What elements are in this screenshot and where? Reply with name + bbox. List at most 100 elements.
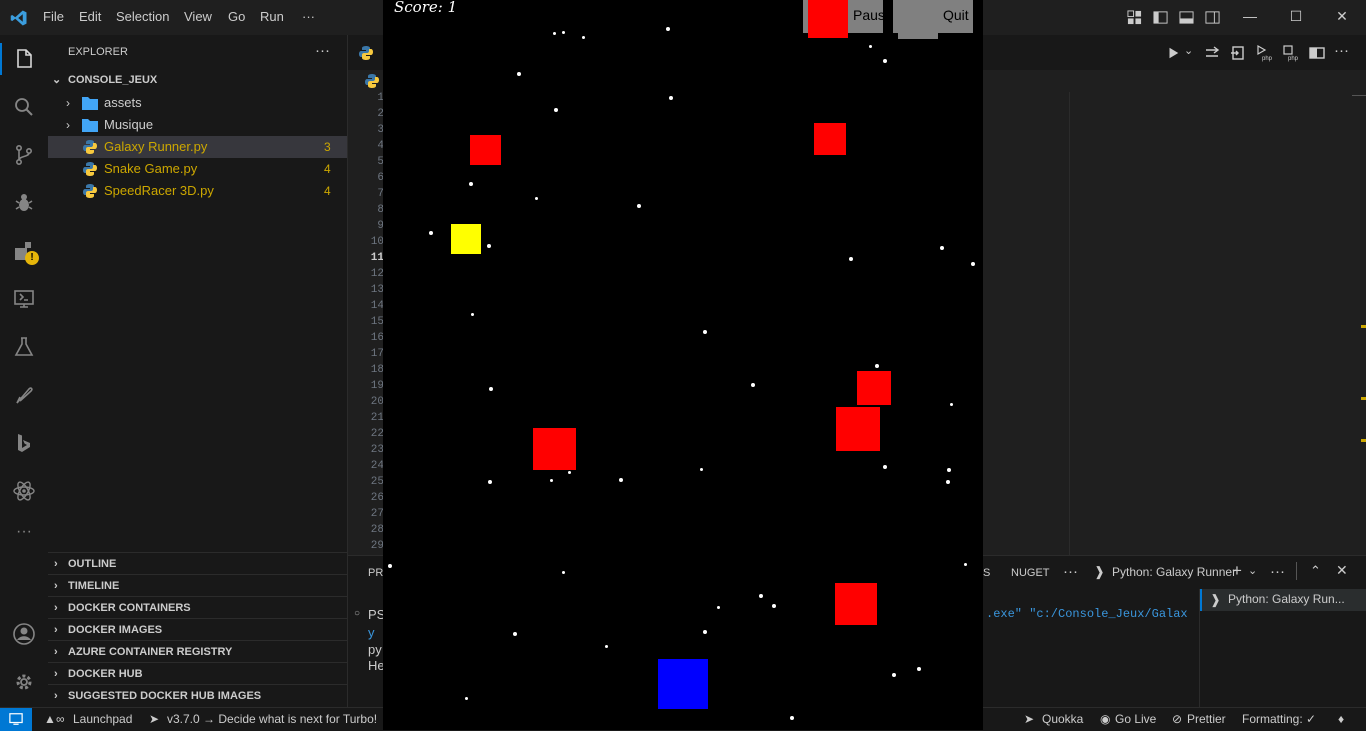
settings-gear-icon[interactable] bbox=[12, 670, 36, 694]
terminal-name[interactable]: Python: Galaxy Runner bbox=[1112, 565, 1236, 579]
terminal-more-button[interactable]: ··· bbox=[1270, 563, 1285, 580]
file-speedracer-3d[interactable]: SpeedRacer 3D.py 4 bbox=[48, 180, 347, 202]
section-label: SUGGESTED DOCKER HUB IMAGES bbox=[68, 690, 262, 702]
quit-button-shadow bbox=[898, 30, 938, 39]
menu-more[interactable]: ··· bbox=[302, 9, 315, 24]
pause-label: Paus bbox=[853, 7, 885, 23]
more-views-icon[interactable]: ··· bbox=[12, 523, 36, 541]
panel-more-button[interactable]: ··· bbox=[1063, 563, 1078, 580]
chevron-down-icon[interactable]: ⌄ bbox=[1184, 44, 1193, 57]
tab-partial[interactable]: S bbox=[983, 567, 990, 579]
star bbox=[487, 244, 491, 248]
account-icon[interactable] bbox=[12, 622, 36, 646]
star bbox=[488, 480, 492, 484]
link-icon: ∞ bbox=[56, 712, 65, 726]
enemy-block bbox=[470, 135, 501, 165]
chevron-right-icon: › bbox=[54, 646, 58, 658]
star bbox=[917, 667, 921, 671]
source-control-icon[interactable] bbox=[12, 143, 36, 167]
explorer-icon[interactable] bbox=[12, 47, 36, 71]
bing-icon[interactable] bbox=[12, 431, 36, 455]
star bbox=[892, 673, 896, 677]
scrollbar-slider[interactable] bbox=[1352, 95, 1366, 110]
file-galaxy-runner[interactable]: Galaxy Runner.py 3 bbox=[48, 136, 347, 158]
line-number-gutter: 1 2 3 4 5 6 7 8 9 10 11 12 13 14 15 16 17 18 19 20 21 22 23 24 2… bbox=[348, 92, 384, 555]
testing-flask-icon[interactable] bbox=[12, 335, 36, 359]
close-panel-icon[interactable]: ✕ bbox=[1336, 562, 1348, 579]
tab-problems[interactable]: PR bbox=[368, 567, 383, 579]
menu-edit[interactable]: Edit bbox=[79, 9, 101, 24]
compare-changes-icon[interactable] bbox=[1204, 45, 1220, 61]
file-label: Galaxy Runner.py bbox=[104, 139, 208, 154]
new-terminal-icon[interactable]: + bbox=[1232, 561, 1242, 581]
active-indicator bbox=[0, 43, 2, 75]
run-debug-icon[interactable] bbox=[12, 191, 36, 215]
star bbox=[940, 246, 944, 250]
quokka-item[interactable]: Quokka bbox=[1042, 712, 1083, 726]
menu-go[interactable]: Go bbox=[228, 9, 245, 24]
section-docker-containers[interactable]: › DOCKER CONTAINERS bbox=[48, 596, 347, 619]
open-preview-icon[interactable] bbox=[1230, 45, 1246, 61]
divider bbox=[1296, 562, 1297, 580]
star bbox=[513, 632, 517, 636]
terminal-list-item[interactable]: ❱ Python: Galaxy Run... bbox=[1200, 589, 1366, 611]
workspace-root[interactable]: ⌄ CONSOLE_JEUX bbox=[48, 69, 347, 91]
file-snake-game[interactable]: Snake Game.py 4 bbox=[48, 158, 347, 180]
remote-icon bbox=[9, 713, 23, 725]
game-window[interactable]: Score: 1 Paus Quit bbox=[383, 0, 983, 730]
close-icon[interactable]: ✕ bbox=[1332, 8, 1352, 28]
minimize-icon[interactable]: — bbox=[1240, 8, 1260, 28]
tab-nuget[interactable]: NUGET bbox=[1011, 567, 1050, 579]
split-editor-icon[interactable] bbox=[1309, 45, 1325, 61]
section-suggested-docker-hub-images[interactable]: › SUGGESTED DOCKER HUB IMAGES bbox=[48, 684, 347, 707]
toggle-secondary-sidebar-icon[interactable] bbox=[1205, 10, 1220, 25]
enemy-block bbox=[857, 371, 891, 405]
launchpad-item[interactable]: Launchpad bbox=[73, 712, 132, 726]
menu-file[interactable]: File bbox=[43, 9, 64, 24]
editor-more-actions-button[interactable]: ··· bbox=[1334, 42, 1349, 59]
chevron-right-icon: › bbox=[54, 602, 58, 614]
file-label: Snake Game.py bbox=[104, 161, 198, 176]
folder-assets[interactable]: › assets bbox=[48, 92, 347, 114]
remote-explorer-icon[interactable] bbox=[12, 287, 36, 311]
turbo-status-item[interactable]: v3.7.0 → Decide what is next for Turbo! bbox=[167, 712, 377, 726]
section-outline[interactable]: › OUTLINE bbox=[48, 552, 347, 575]
section-docker-images[interactable]: › DOCKER IMAGES bbox=[48, 618, 347, 641]
maximize-icon[interactable]: ☐ bbox=[1286, 8, 1306, 28]
customize-layout-icon[interactable] bbox=[1127, 10, 1142, 25]
star bbox=[553, 32, 556, 35]
prettier-item[interactable]: Prettier bbox=[1187, 712, 1226, 726]
section-docker-hub[interactable]: › DOCKER HUB bbox=[48, 662, 347, 685]
star bbox=[517, 72, 521, 76]
folder-icon bbox=[82, 119, 98, 132]
toggle-panel-icon[interactable] bbox=[1179, 10, 1194, 25]
remote-indicator[interactable] bbox=[0, 708, 32, 731]
react-icon[interactable] bbox=[12, 479, 36, 503]
section-azure-container-registry[interactable]: › AZURE CONTAINER REGISTRY bbox=[48, 640, 347, 663]
explorer-more-button[interactable]: ··· bbox=[315, 42, 330, 59]
section-timeline[interactable]: › TIMELINE bbox=[48, 574, 347, 597]
notifications-bell-icon[interactable]: ♦ bbox=[1338, 712, 1344, 726]
terminal-list: ❱ Python: Galaxy Run... bbox=[1199, 589, 1366, 708]
menu-view[interactable]: View bbox=[184, 9, 212, 24]
run-python-file-icon[interactable] bbox=[1166, 46, 1180, 60]
toggle-sidebar-icon[interactable] bbox=[1153, 10, 1168, 25]
formatting-item[interactable]: Formatting: ✓ bbox=[1242, 712, 1316, 726]
chevron-down-icon[interactable]: ⌄ bbox=[1248, 564, 1257, 577]
launchpad-icon: ▲ bbox=[44, 712, 56, 726]
php-run-icon[interactable]: php bbox=[1256, 44, 1274, 62]
search-icon[interactable] bbox=[12, 95, 36, 119]
menu-selection[interactable]: Selection bbox=[116, 9, 169, 24]
quit-button[interactable]: Quit bbox=[893, 0, 973, 33]
terminal-icon: ❱ bbox=[1210, 592, 1221, 607]
feather-icon[interactable] bbox=[12, 383, 36, 407]
star bbox=[471, 313, 474, 316]
menu-run[interactable]: Run bbox=[260, 9, 284, 24]
quokka-icon: ➤ bbox=[1024, 712, 1035, 726]
php-debug-icon[interactable]: php bbox=[1282, 44, 1300, 62]
maximize-panel-icon[interactable]: ⌃ bbox=[1310, 563, 1321, 579]
problem-count-badge: 3 bbox=[324, 140, 331, 154]
go-live-item[interactable]: Go Live bbox=[1115, 712, 1156, 726]
terminal-line: py bbox=[368, 642, 382, 657]
folder-musique[interactable]: › Musique bbox=[48, 114, 347, 136]
